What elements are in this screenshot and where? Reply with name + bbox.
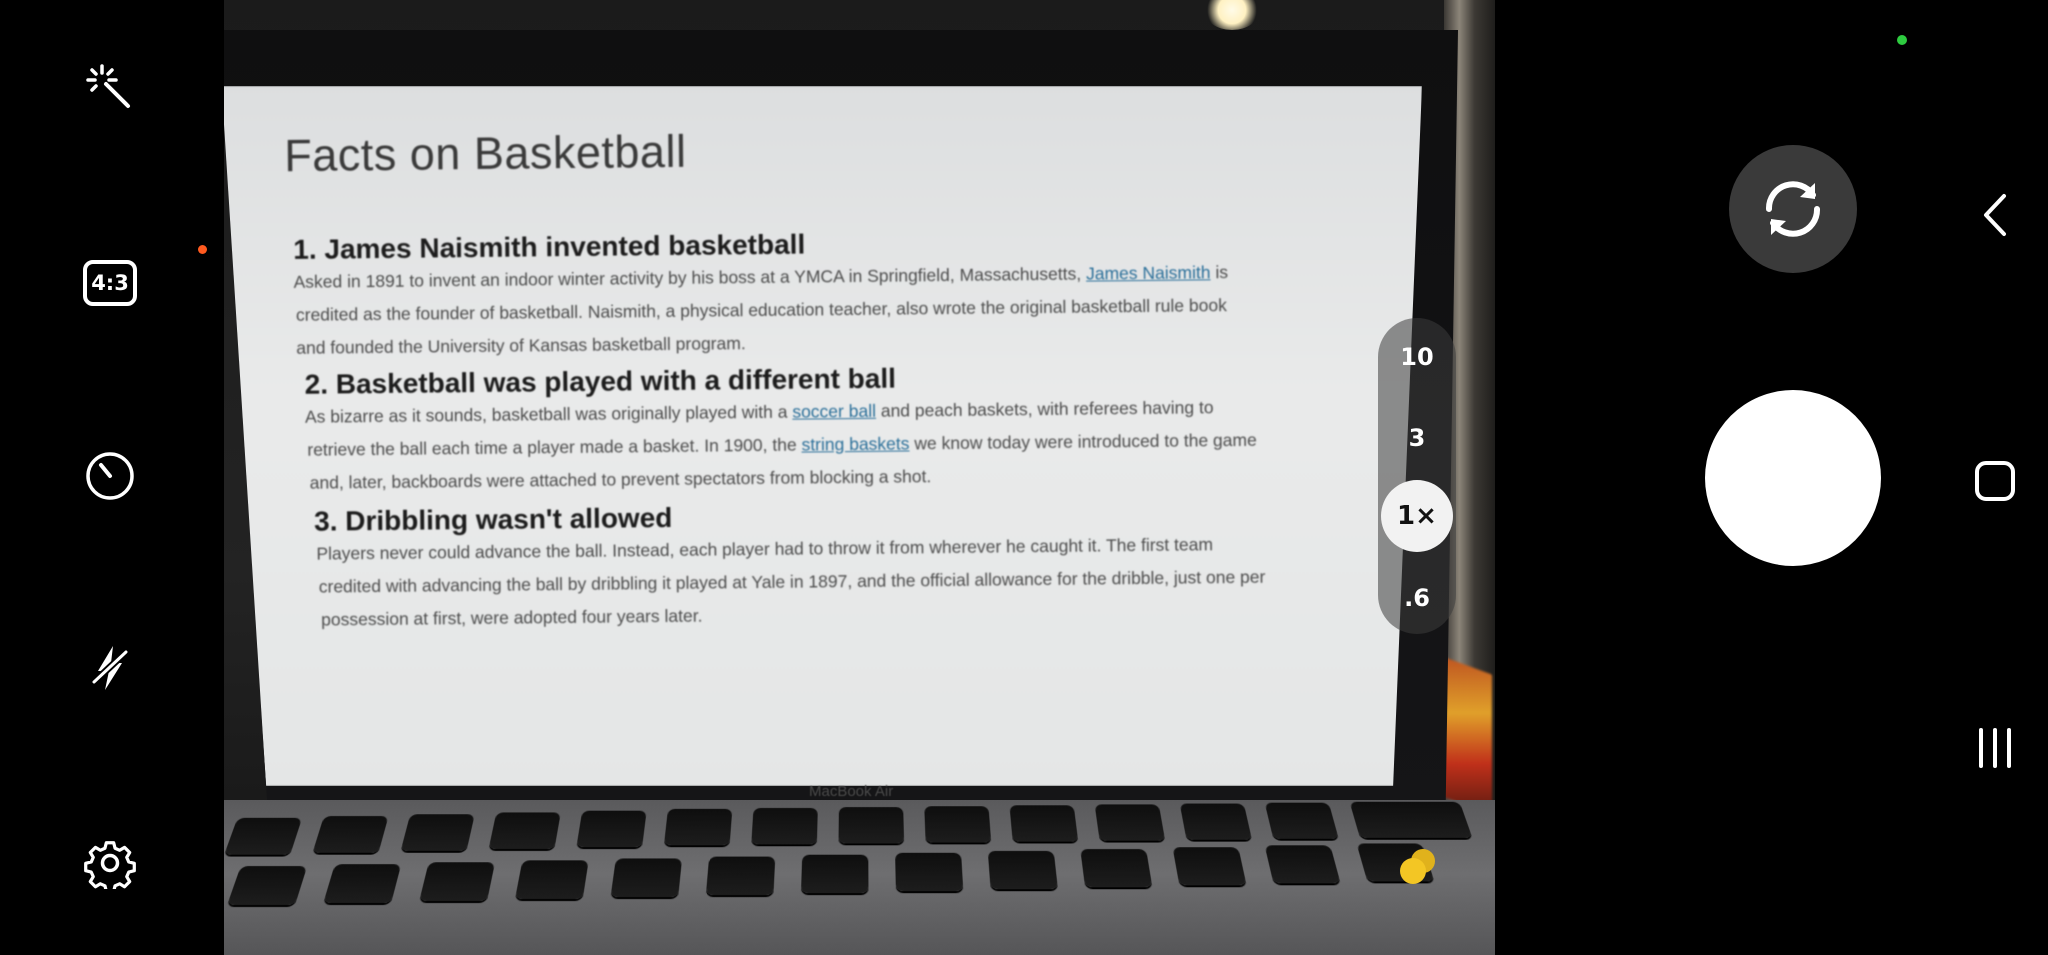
zoom-option-1x-selected[interactable]: 1× bbox=[1381, 480, 1453, 552]
live-focus-dots-icon[interactable] bbox=[1395, 844, 1441, 890]
document-content: Facts on Basketball 1. James Naismith in… bbox=[284, 118, 1429, 637]
nav-home-button[interactable] bbox=[1960, 446, 2030, 516]
document-link: soccer ball bbox=[792, 400, 877, 422]
document-link: string baskets bbox=[801, 433, 910, 455]
document-title: Facts on Basketball bbox=[284, 125, 687, 181]
document-link: James Naismith bbox=[1085, 262, 1211, 284]
zoom-option-10[interactable]: 10 bbox=[1379, 327, 1455, 387]
timer-button[interactable] bbox=[62, 428, 158, 524]
ceiling-light bbox=[1204, 0, 1260, 30]
nav-recents-button[interactable] bbox=[1960, 713, 2030, 783]
timer-icon bbox=[86, 452, 134, 500]
home-square-icon bbox=[1975, 461, 2015, 501]
settings-button[interactable] bbox=[62, 815, 158, 911]
switch-camera-icon bbox=[1765, 181, 1821, 237]
laptop-keyboard bbox=[224, 800, 1495, 955]
flash-off-icon bbox=[91, 646, 129, 690]
zoom-option-0-6[interactable]: .6 bbox=[1379, 568, 1455, 628]
left-control-rail: 4:3 bbox=[0, 0, 224, 955]
aspect-notification-dot bbox=[198, 245, 207, 254]
laptop-brand-label: MacBook Air bbox=[809, 783, 894, 800]
effects-button[interactable] bbox=[62, 40, 158, 136]
flash-button[interactable] bbox=[62, 620, 158, 716]
nav-back-button[interactable] bbox=[1960, 180, 2030, 250]
back-chevron-icon bbox=[1984, 194, 2006, 236]
camera-viewfinder[interactable]: Facts on Basketball 1. James Naismith in… bbox=[224, 0, 1495, 955]
camera-in-use-indicator bbox=[1897, 35, 1907, 45]
aspect-ratio-label: 4:3 bbox=[83, 260, 137, 306]
gear-icon bbox=[84, 841, 136, 889]
switch-camera-button[interactable] bbox=[1729, 145, 1857, 273]
magic-wand-icon bbox=[86, 64, 130, 108]
aspect-ratio-button[interactable]: 4:3 bbox=[62, 235, 158, 331]
zoom-option-3[interactable]: 3 bbox=[1379, 408, 1455, 468]
shutter-button[interactable] bbox=[1705, 390, 1881, 566]
recents-icon bbox=[1979, 728, 2011, 768]
